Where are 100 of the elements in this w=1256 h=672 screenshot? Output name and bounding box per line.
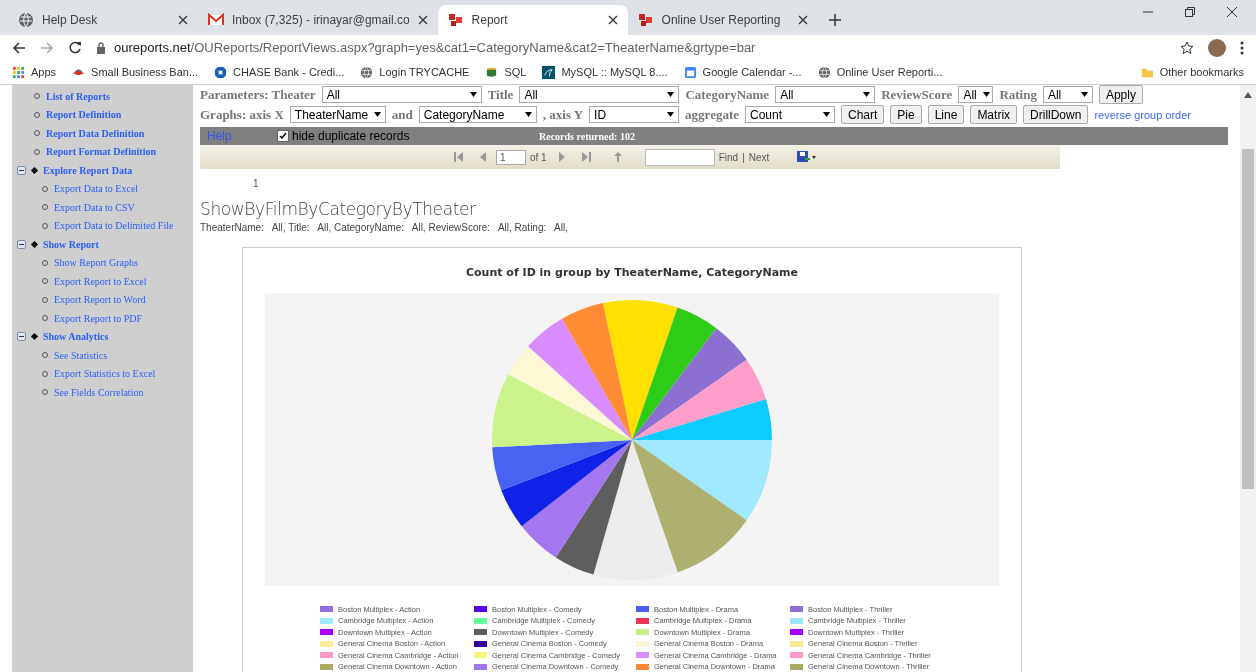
browser-tab[interactable]: Report — [437, 5, 628, 35]
caret-icon — [667, 92, 675, 97]
profile-avatar[interactable] — [1208, 38, 1226, 57]
field-label: ReviewScore — [881, 86, 953, 103]
report-icon — [637, 12, 654, 28]
caret-icon — [863, 92, 871, 97]
sidebar-link[interactable]: See Fields Correlation — [54, 386, 144, 398]
octagon-icon — [214, 65, 228, 79]
globe-icon — [817, 65, 831, 79]
dropdown[interactable]: All — [321, 86, 482, 103]
globe-icon — [18, 12, 34, 28]
dropdown[interactable]: Count — [745, 106, 835, 123]
sidebar-link[interactable]: Show Report Graphs — [54, 257, 138, 269]
collapse-icon[interactable] — [17, 332, 26, 342]
sidebar-link[interactable]: Export Data to CSV — [54, 201, 135, 213]
bookmark[interactable]: MySQL :: MySQL 8.... — [561, 66, 668, 78]
chart-type-button[interactable]: Matrix — [970, 105, 1018, 124]
collapse-icon[interactable] — [17, 239, 26, 249]
sidebar-link[interactable]: Export Data to Excel — [54, 183, 139, 195]
caret-icon — [469, 92, 477, 97]
bookmark[interactable]: CHASE Bank - Credi... — [233, 66, 345, 78]
close-icon[interactable] — [1226, 5, 1238, 18]
sidebar-link[interactable]: Export Statistics to Excel — [54, 368, 156, 380]
sidebar-link[interactable]: Export Report to PDF — [54, 312, 143, 324]
reload-icon[interactable] — [68, 40, 82, 55]
mail-icon — [208, 12, 224, 28]
apply-button[interactable]: Apply — [1098, 85, 1143, 104]
dropdown[interactable]: All — [775, 86, 876, 103]
find-link[interactable]: Find — [718, 151, 739, 163]
caret-icon — [667, 112, 675, 117]
chart-type-button[interactable]: Line — [927, 105, 965, 124]
dropdown[interactable]: ID — [589, 106, 680, 123]
database-icon — [485, 65, 499, 79]
bullet-icon — [30, 166, 39, 174]
back-icon[interactable] — [12, 40, 26, 55]
next-link[interactable]: Next — [748, 151, 770, 163]
apps-icon — [12, 65, 25, 79]
sidebar-link[interactable]: Export Report to Excel — [54, 275, 147, 287]
dolphin-icon — [542, 65, 556, 79]
reverse-order-link[interactable]: reverse group order — [1094, 108, 1191, 121]
new-tab-icon[interactable] — [827, 13, 842, 27]
bullet-icon — [30, 333, 39, 341]
chart-type-button[interactable]: Chart — [841, 105, 885, 124]
dropdown[interactable]: All — [958, 86, 994, 103]
sidebar-section[interactable]: Show Report — [43, 238, 99, 250]
bookmark[interactable]: Other bookmarks — [1159, 66, 1244, 78]
page-count: of 1 — [530, 151, 547, 163]
checkbox[interactable] — [277, 130, 289, 142]
sidebar-link[interactable]: Export Report to Word — [54, 294, 146, 306]
bookmark[interactable]: Online User Reporti... — [836, 66, 943, 78]
chart-type-button[interactable]: Pie — [890, 105, 922, 124]
close-icon[interactable] — [607, 15, 618, 25]
chart-type-button[interactable]: DrillDown — [1023, 105, 1089, 124]
records-count: Records returned: 102 — [539, 130, 635, 142]
caret-icon — [524, 112, 532, 117]
field-label: and — [391, 106, 413, 123]
globe-icon — [360, 65, 374, 79]
filter-summary: TheaterName: All, Title: All, CategoryName: All, ReviewScore: All, Rating: All, — [200, 222, 569, 233]
browser-tab[interactable]: Online User Reporting — [627, 5, 818, 35]
report-icon — [447, 12, 464, 28]
field-label: Title — [487, 86, 514, 103]
chart-title: Count of ID in group by TheaterName, CategoryName — [465, 266, 799, 279]
star-icon[interactable] — [1180, 40, 1194, 55]
menu-icon[interactable] — [1240, 40, 1244, 55]
bullet-icon — [30, 240, 39, 248]
field-label: Graphs: axis X — [200, 106, 284, 123]
browser-tab[interactable]: Inbox (7,325) - irinayar@gmail.co — [198, 5, 438, 35]
dropdown[interactable]: CategoryName — [418, 106, 537, 123]
field-label: aggregate — [685, 106, 739, 123]
sidebar-section[interactable]: Show Analytics — [43, 331, 109, 343]
bookmark[interactable]: Google Calendar -... — [702, 66, 802, 78]
find-input[interactable] — [644, 148, 715, 166]
page-input[interactable]: 1 — [496, 149, 526, 165]
dropdown[interactable]: TheaterName — [289, 106, 386, 123]
dropdown[interactable]: All — [519, 86, 680, 103]
dropdown[interactable]: All — [1042, 86, 1093, 103]
bookmark[interactable]: SQL — [504, 66, 527, 78]
save-icon[interactable] — [797, 151, 818, 163]
caret-icon — [982, 92, 990, 97]
browser-tab[interactable]: Help Desk — [8, 5, 198, 35]
address-bar[interactable]: oureports.net/OUReports/ReportViews.aspx?graph=yes&cat1=CategoryName&cat2=TheaterName&grtype=bar — [96, 36, 1166, 59]
bookmark[interactable]: Login TRYCACHE — [379, 66, 470, 78]
bookmark[interactable]: Small Business Ban... — [91, 66, 199, 78]
separator: | — [742, 151, 745, 163]
caret-icon — [823, 112, 830, 117]
close-icon[interactable] — [178, 15, 188, 25]
collapse-icon[interactable] — [17, 165, 26, 175]
lock-icon — [96, 41, 106, 54]
page-number: 1 — [253, 178, 259, 189]
close-icon[interactable] — [797, 15, 808, 25]
close-icon[interactable] — [417, 15, 428, 25]
scrollbar[interactable] — [1240, 85, 1256, 672]
scroll-up-icon[interactable] — [1244, 92, 1252, 98]
bookmark[interactable]: Apps — [31, 66, 57, 78]
sidebar-link[interactable]: See Statistics — [54, 349, 108, 361]
restore-icon[interactable] — [1184, 5, 1196, 18]
field-label: CategoryName — [685, 86, 770, 103]
caret-icon — [374, 112, 382, 117]
sidebar-link[interactable]: Export Data to Delimited File — [54, 220, 174, 232]
field-label: , axis Y — [542, 106, 584, 123]
